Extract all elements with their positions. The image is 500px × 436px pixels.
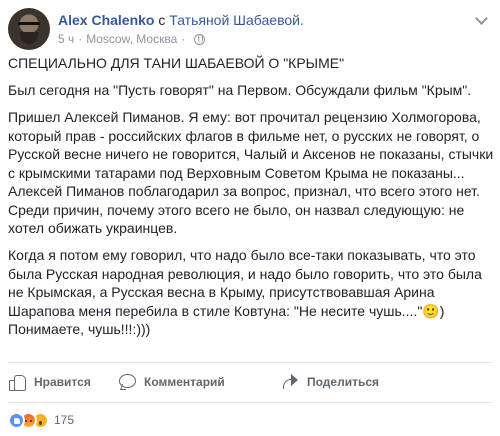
post-paragraph: Был сегодня на "Пусть говорят" на Первом… (8, 82, 472, 98)
with-word: с (158, 12, 166, 28)
divider-top (8, 362, 492, 363)
post-time[interactable]: 5 ч (58, 31, 74, 47)
comment-button[interactable]: Комментарий (118, 368, 281, 396)
post-meta: 5 ч · Moscow, Москва · (58, 31, 206, 47)
post-paragraph: Когда я потом ему говорил, что надо было… (8, 247, 482, 337)
reactions-summary[interactable]: 175 (8, 410, 74, 430)
tagged-person[interactable]: Татьяной Шабаевой. (169, 12, 304, 28)
post-actions: Нравится Комментарий Поделиться (8, 368, 492, 396)
post-options-chevron-icon[interactable] (474, 12, 488, 26)
meta-separator-2: · (181, 32, 186, 46)
comment-label: Комментарий (144, 375, 225, 389)
reactions-count[interactable]: 175 (54, 413, 74, 427)
share-label: Поделиться (307, 375, 380, 389)
like-label: Нравится (34, 375, 91, 389)
comment-bubble-icon (118, 373, 136, 391)
avatar-glasses (18, 22, 40, 28)
post-body: СПЕЦИАЛЬНО ДЛЯ ТАНИ ШАБАЕВОЙ О "КРЫМЕ" Б… (8, 54, 494, 347)
facebook-post: Alex Chalenko с Татьяной Шабаевой. 5 ч ·… (0, 0, 500, 436)
divider-bottom (8, 402, 492, 403)
avatar-beard (20, 32, 38, 44)
thumbs-up-icon (8, 373, 26, 391)
post-location[interactable]: Moscow, Москва (86, 31, 177, 47)
author-name[interactable]: Alex Chalenko (58, 12, 154, 28)
like-button[interactable]: Нравится (8, 368, 118, 396)
post-header: Alex Chalenko с Татьяной Шабаевой. (58, 11, 304, 29)
public-globe-icon[interactable] (194, 33, 206, 45)
share-arrow-icon (281, 373, 299, 391)
post-paragraph: СПЕЦИАЛЬНО ДЛЯ ТАНИ ШАБАЕВОЙ О "КРЫМЕ" (8, 55, 345, 71)
author-avatar[interactable] (8, 8, 50, 50)
share-button[interactable]: Поделиться (281, 368, 379, 396)
like-reaction-icon (8, 411, 25, 429)
meta-separator: · (78, 32, 83, 46)
post-paragraph: Пришел Алексей Пиманов. Я ему: вот прочи… (8, 109, 494, 236)
